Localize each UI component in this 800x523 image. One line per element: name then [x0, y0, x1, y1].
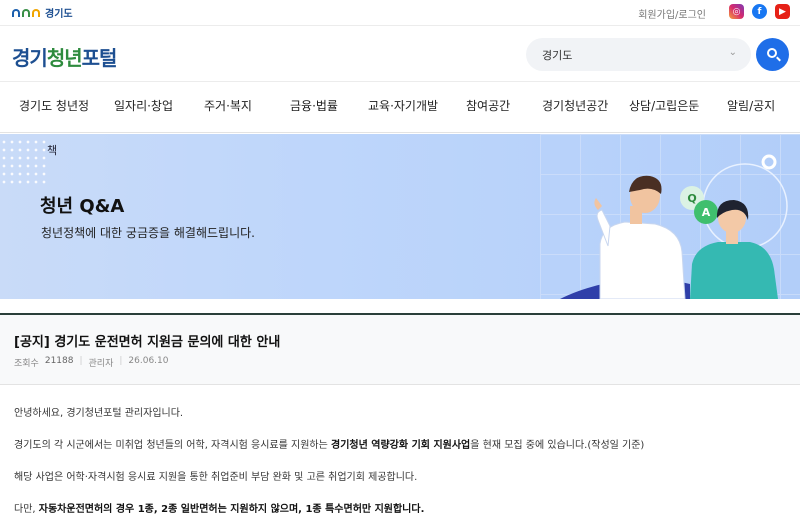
page-title: 청년 Q&A: [40, 196, 125, 217]
site-logo-part-2: 청년: [46, 46, 83, 70]
region-search-select[interactable]: 경기도 ⌄: [526, 38, 751, 71]
site-logo-part-3: 포털: [81, 46, 118, 70]
search-button[interactable]: [756, 38, 789, 71]
gyeonggi-logo[interactable]: 경기도: [12, 5, 73, 20]
page-banner: 책 청년 Q&A 청년정책에 대한 궁금증을 해결해드립니다. Q A: [0, 134, 800, 299]
q-bubble-text: Q: [687, 192, 696, 205]
main-navigation: 경기도 청년정 일자리·창업 주거·복지 금융·법률 교육·자기개발 참여공간 …: [0, 83, 800, 133]
nav-item-finance[interactable]: 금융·법률: [290, 97, 338, 114]
site-logo[interactable]: 경기청년포털: [12, 42, 118, 71]
views-label: 조회수: [14, 359, 39, 369]
qa-bubbles: Q A: [680, 186, 718, 224]
man-figure: [594, 175, 686, 299]
youtube-icon[interactable]: ▶: [775, 4, 790, 19]
nav-item-youth-space[interactable]: 경기청년공간: [542, 97, 608, 114]
gyeonggi-logo-mark-icon: [12, 8, 40, 17]
nav-item-housing[interactable]: 주거·복지: [204, 97, 252, 114]
site-header: 경기청년포털 경기도 ⌄: [0, 27, 800, 82]
instagram-icon[interactable]: ◎: [729, 4, 744, 19]
author: 관리자: [88, 359, 114, 369]
site-logo-part-1: 경기: [12, 46, 48, 70]
nav-item-counseling[interactable]: 상담/고립은둔: [629, 97, 699, 114]
notice-title: [공지] 경기도 운전면허 지원금 문의에 대한 안내: [14, 335, 281, 350]
body-paragraph-2: 경기도의 각 시군에서는 미취업 청년들의 어학, 자격시험 응시료를 지원하는…: [14, 440, 645, 451]
chevron-down-icon: ⌄: [728, 47, 737, 58]
views-count: 21188: [44, 356, 74, 366]
signup-login-link[interactable]: 회원가입/로그인: [638, 6, 706, 21]
top-utility-bar: 경기도 회원가입/로그인 ◎ f ▶: [0, 0, 800, 26]
license-condition: 자동차운전면허의 경우 1종, 2종 일반면허는 지원하지 않으며, 1종 특수…: [38, 504, 425, 515]
notice-header: [공지] 경기도 운전면허 지원금 문의에 대한 안내 조회수 21188 | …: [0, 313, 800, 385]
page-subtitle: 청년정책에 대한 궁금증을 해결해드립니다.: [41, 226, 255, 240]
facebook-icon[interactable]: f: [752, 4, 767, 19]
sns-links: ◎ f ▶: [729, 4, 790, 19]
banner-dot-pattern: [0, 138, 46, 188]
body-paragraph-1: 안녕하세요, 경기청년포털 관리자입니다.: [14, 408, 184, 419]
gyeonggi-logo-text: 경기도: [45, 9, 73, 20]
nav-item-notice[interactable]: 알림/공지: [727, 97, 775, 114]
a-bubble-text: A: [702, 206, 711, 219]
nav-item-policy[interactable]: 경기도 청년정: [19, 97, 89, 114]
program-name: 경기청년 역량강화 기회 지원사업: [331, 440, 471, 451]
qa-illustration: Q A: [560, 154, 788, 299]
nav-item-participation[interactable]: 참여공간: [466, 97, 510, 114]
nav-item-education[interactable]: 교육·자기개발: [368, 97, 438, 114]
nav-item-jobs[interactable]: 일자리·창업: [114, 97, 173, 114]
banner-cut-text: 책: [47, 144, 58, 157]
post-date: 26.06.10: [128, 356, 169, 366]
body-paragraph-3: 해당 사업은 어학·자격시험 응시료 지원을 통한 취업준비 부담 완화 및 고…: [14, 472, 418, 483]
decor-ring-small: [761, 154, 777, 170]
body-paragraph-4: 다만, 자동차운전면허의 경우 1종, 2종 일반면허는 지원하지 않으며, 1…: [14, 504, 425, 515]
region-search-value: 경기도: [542, 49, 573, 62]
notice-meta: 조회수 21188 | 관리자 | 26.06.10: [14, 356, 169, 369]
